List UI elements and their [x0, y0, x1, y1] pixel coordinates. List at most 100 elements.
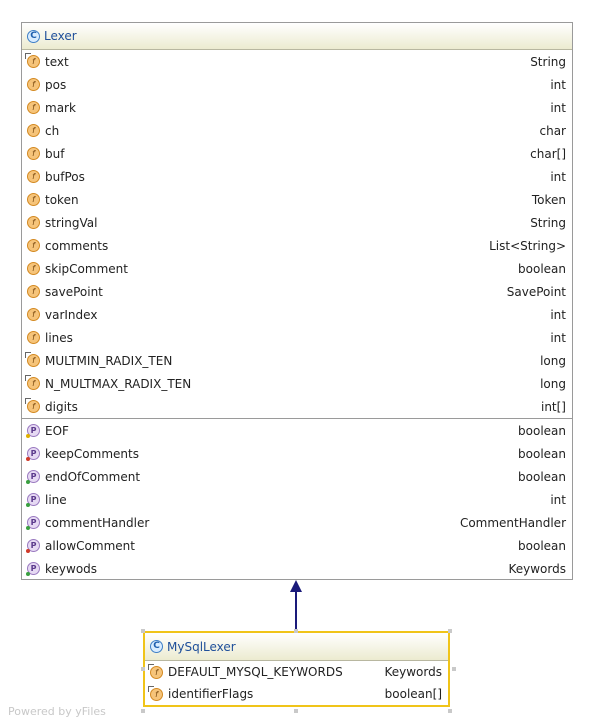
visibility-dot-icon: [26, 457, 30, 461]
property-row[interactable]: Pline int: [22, 488, 572, 511]
property-row[interactable]: PkeepComments boolean: [22, 442, 572, 465]
property-row[interactable]: PendOfComment boolean: [22, 465, 572, 488]
field-row[interactable]: f identifierFlags boolean[]: [145, 683, 448, 705]
final-field-icon: f: [25, 352, 40, 367]
class-icon: C: [27, 29, 40, 43]
final-field-icon: f: [25, 53, 40, 68]
inheritance-arrowhead: [290, 580, 302, 592]
field-name: digits: [45, 399, 78, 414]
field-name: comments: [45, 238, 109, 253]
field-name: DEFAULT_MYSQL_KEYWORDS: [168, 665, 343, 679]
property-name: keepComments: [45, 446, 139, 461]
property-type: CommentHandler: [459, 515, 566, 530]
resize-handle-bottom-left[interactable]: [141, 709, 145, 713]
field-name: mark: [45, 100, 76, 115]
field-row[interactable]: f text String: [22, 50, 572, 73]
property-icon: P: [26, 539, 40, 553]
resize-handle-bottom[interactable]: [294, 709, 298, 713]
property-name: EOF: [45, 423, 69, 438]
field-row[interactable]: f digits int[]: [22, 395, 572, 418]
property-name: commentHandler: [45, 515, 150, 530]
field-name: ch: [45, 123, 60, 138]
property-icon: P: [26, 424, 40, 438]
property-type: boolean: [518, 446, 566, 461]
watermark: Powered by yFiles: [8, 705, 106, 718]
field-name: bufPos: [45, 169, 85, 184]
field-name: varIndex: [45, 307, 98, 322]
property-row[interactable]: Pkeywods Keywords: [22, 557, 572, 580]
field-row[interactable]: f savePoint SavePoint: [22, 280, 572, 303]
property-icon: P: [26, 493, 40, 507]
class-node-mysqllexer[interactable]: C MySqlLexer f DEFAULT_MYSQL_KEYWORDS Keyw…: [143, 631, 450, 707]
field-type: int: [550, 100, 566, 115]
field-type: char[]: [530, 146, 566, 161]
field-type: Keywords: [384, 665, 442, 679]
class-header-mysqllexer[interactable]: C MySqlLexer: [145, 633, 448, 661]
field-type: Token: [531, 192, 566, 207]
visibility-dot-icon: [26, 549, 30, 553]
property-type: boolean: [518, 538, 566, 553]
field-icon: f: [27, 101, 40, 114]
field-row[interactable]: f varIndex int: [22, 303, 572, 326]
class-node-lexer[interactable]: C Lexer f text String f pos int f mark int f ch cha…: [21, 22, 573, 580]
field-icon: f: [27, 239, 40, 252]
property-icon: P: [26, 516, 40, 530]
field-row[interactable]: f buf char[]: [22, 142, 572, 165]
field-name: buf: [45, 146, 65, 161]
visibility-dot-icon: [26, 526, 30, 530]
field-row[interactable]: f DEFAULT_MYSQL_KEYWORDS Keywords: [145, 661, 448, 683]
final-field-icon: f: [148, 685, 163, 701]
resize-handle-bottom-right[interactable]: [448, 709, 452, 713]
field-row[interactable]: f lines int: [22, 326, 572, 349]
property-row[interactable]: PallowComment boolean: [22, 534, 572, 557]
field-type: int: [550, 169, 566, 184]
field-type: SavePoint: [506, 284, 566, 299]
field-row[interactable]: f token Token: [22, 188, 572, 211]
resize-handle-top-right[interactable]: [448, 629, 452, 633]
property-row[interactable]: PcommentHandler CommentHandler: [22, 511, 572, 534]
field-row[interactable]: f MULTMIN_RADIX_TEN long: [22, 349, 572, 372]
resize-handle-left[interactable]: [141, 667, 145, 671]
property-name: endOfComment: [45, 469, 141, 484]
property-name: line: [45, 492, 67, 507]
field-row[interactable]: f mark int: [22, 96, 572, 119]
field-type: long: [540, 376, 566, 391]
field-row[interactable]: f N_MULTMAX_RADIX_TEN long: [22, 372, 572, 395]
class-title-mysqllexer: MySqlLexer: [167, 639, 236, 654]
property-icon: P: [26, 562, 40, 576]
field-type: boolean: [518, 261, 566, 276]
field-name: skipComment: [45, 261, 128, 276]
property-name: keywods: [45, 561, 98, 576]
field-row[interactable]: f bufPos int: [22, 165, 572, 188]
property-name: allowComment: [45, 538, 135, 553]
final-field-icon: f: [25, 398, 40, 413]
field-row[interactable]: f skipComment boolean: [22, 257, 572, 280]
field-type: int: [550, 330, 566, 345]
class-header-lexer[interactable]: C Lexer: [22, 23, 572, 50]
field-name: MULTMIN_RADIX_TEN: [45, 353, 173, 368]
field-row[interactable]: f ch char: [22, 119, 572, 142]
property-type: boolean: [518, 423, 566, 438]
fields-section: f DEFAULT_MYSQL_KEYWORDS Keywords f identifi…: [145, 661, 448, 705]
field-name: pos: [45, 77, 67, 92]
property-row[interactable]: P EOF boolean: [22, 419, 572, 442]
field-icon: f: [27, 78, 40, 91]
inheritance-edge[interactable]: [295, 590, 297, 631]
visibility-dot-icon: [26, 480, 30, 484]
class-icon: C: [150, 640, 163, 653]
resize-handle-top[interactable]: [294, 629, 298, 633]
field-icon: f: [27, 124, 40, 137]
field-icon: f: [27, 170, 40, 183]
property-type: boolean: [518, 469, 566, 484]
field-name: lines: [45, 330, 73, 345]
properties-section: P EOF boolean PkeepComments boolean PendOfCom…: [22, 418, 572, 580]
field-row[interactable]: f comments List<String>: [22, 234, 572, 257]
property-type: Keywords: [508, 561, 566, 576]
resize-handle-top-left[interactable]: [141, 629, 145, 633]
field-row[interactable]: f stringVal String: [22, 211, 572, 234]
field-row[interactable]: f pos int: [22, 73, 572, 96]
resize-handle-right[interactable]: [452, 667, 456, 671]
final-field-icon: f: [148, 663, 163, 679]
field-icon: f: [27, 193, 40, 206]
field-type: List<String>: [489, 238, 566, 253]
